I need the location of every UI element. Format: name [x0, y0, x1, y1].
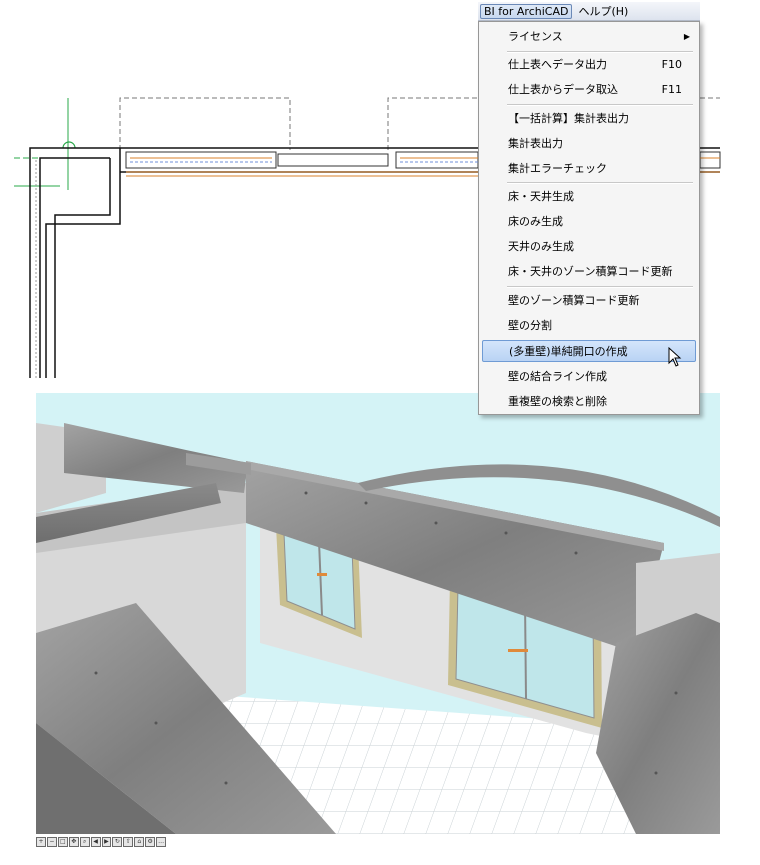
menu-item-update-floor-ceiling-zone-code[interactable]: 床・天井のゾーン積算コード更新: [482, 261, 696, 283]
fit-view-icon[interactable]: □: [57, 837, 68, 847]
menu-item-update-wall-zone-code[interactable]: 壁のゾーン積算コード更新: [482, 290, 696, 312]
menu-item-summary-output[interactable]: 集計表出力: [482, 133, 696, 155]
menu-item-summary-error-check[interactable]: 集計エラーチェック: [482, 158, 696, 180]
menu-item-shortcut: F11: [661, 83, 682, 96]
menu-item-label: 集計表出力: [508, 137, 563, 150]
menu-item-label: 床のみ生成: [508, 215, 563, 228]
previous-view-icon[interactable]: ◀: [90, 837, 101, 847]
pan-icon[interactable]: ✥: [68, 837, 79, 847]
mouse-pointer-icon: [668, 347, 682, 367]
menu-item-license[interactable]: ライセンス ▶: [482, 26, 696, 48]
menu-item-label: (多重壁)単純開口の作成: [509, 345, 628, 358]
menu-item-export-finish-table[interactable]: 仕上表へデータ出力 F10: [482, 54, 696, 76]
menu-item-label: ライセンス: [508, 30, 563, 43]
walk-icon[interactable]: ⇧: [123, 837, 134, 847]
zoom-out-icon[interactable]: −: [46, 837, 57, 847]
menu-item-label: 集計エラーチェック: [508, 162, 607, 175]
menu-item-create-wall-join-line[interactable]: 壁の結合ライン作成: [482, 366, 696, 388]
menu-separator: [507, 51, 693, 53]
menu-item-label: 仕上表からデータ取込: [508, 83, 618, 96]
menu-item-generate-floor-ceiling[interactable]: 床・天井生成: [482, 186, 696, 208]
view-toolbar: + − □ ✥ ⌕ ◀ ▶ ↻ ⇧ ⌂ ⚙ …: [36, 836, 167, 848]
settings-icon[interactable]: ⚙: [145, 837, 156, 847]
triangle-right-icon: ▶: [683, 32, 690, 41]
menu-item-label: 壁の分割: [508, 319, 552, 332]
menu-item-label: 重複壁の検索と削除: [508, 395, 607, 408]
zoom-window-icon[interactable]: ⌕: [79, 837, 90, 847]
menu-separator: [507, 104, 693, 106]
menu-item-label: 天井のみ生成: [508, 240, 574, 253]
menu-item-batch-summary-output[interactable]: 【一括計算】集計表出力: [482, 108, 696, 130]
next-view-icon[interactable]: ▶: [101, 837, 112, 847]
menu-item-import-finish-table[interactable]: 仕上表からデータ取込 F11: [482, 79, 696, 101]
menu-item-generate-ceiling-only[interactable]: 天井のみ生成: [482, 236, 696, 258]
menu-item-label: 壁の結合ライン作成: [508, 370, 607, 383]
menu-item-label: 【一括計算】集計表出力: [508, 112, 629, 125]
3d-model-view[interactable]: [36, 393, 720, 834]
menu-item-find-delete-duplicate-walls[interactable]: 重複壁の検索と削除: [482, 391, 696, 413]
more-icon[interactable]: …: [156, 837, 167, 847]
orbit-icon[interactable]: ↻: [112, 837, 123, 847]
menu-separator: [507, 286, 693, 288]
menu-item-create-simple-opening[interactable]: (多重壁)単純開口の作成: [482, 340, 696, 362]
home-view-icon[interactable]: ⌂: [134, 837, 145, 847]
menu-separator: [507, 182, 693, 184]
bi-dropdown-menu: ライセンス ▶ 仕上表へデータ出力 F10 仕上表からデータ取込 F11 【一括…: [478, 21, 700, 415]
menu-bi-for-archicad[interactable]: BI for ArchiCAD: [480, 3, 573, 19]
menu-help[interactable]: ヘルプ(H): [574, 2, 632, 20]
menu-bar: BI for ArchiCAD ヘルプ(H): [478, 2, 700, 21]
zoom-in-icon[interactable]: +: [36, 837, 46, 847]
menu-item-split-wall[interactable]: 壁の分割: [482, 315, 696, 337]
menu-item-generate-floor-only[interactable]: 床のみ生成: [482, 211, 696, 233]
menu-item-label: 壁のゾーン積算コード更新: [508, 294, 640, 307]
menu-item-label: 床・天井のゾーン積算コード更新: [508, 265, 673, 278]
menu-item-label: 床・天井生成: [508, 190, 574, 203]
menu-item-label: 仕上表へデータ出力: [508, 58, 607, 71]
menu-item-shortcut: F10: [661, 58, 682, 71]
